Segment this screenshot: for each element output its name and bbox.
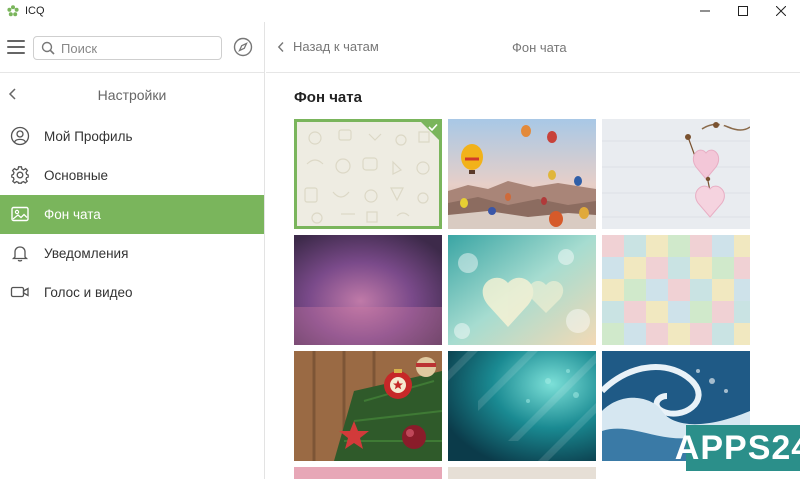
sidebar-item-chat-background[interactable]: Фон чата: [0, 195, 264, 234]
chevron-left-icon: [277, 41, 284, 52]
hamburger-menu-icon[interactable]: [7, 40, 25, 54]
wallpaper-christmas-ornaments[interactable]: [294, 351, 442, 461]
section-title: Фон чата: [294, 89, 362, 106]
wallpaper-hot-air-balloons[interactable]: [448, 119, 596, 229]
wallpaper-pink-hearts[interactable]: [602, 119, 750, 229]
title-bar: ICQ: [0, 0, 800, 22]
sidebar-item-label: Фон чата: [44, 207, 101, 222]
header-title: Фон чата: [512, 40, 567, 55]
checkmark-icon: [421, 122, 439, 140]
video-camera-icon: [10, 282, 30, 302]
back-to-chats-link[interactable]: Назад к чатам: [277, 39, 379, 54]
wallpaper-pastel-watercolor[interactable]: [602, 235, 750, 345]
sidebar-item-label: Уведомления: [44, 246, 129, 261]
close-icon: [776, 6, 786, 16]
minimize-icon: [700, 10, 710, 12]
wallpaper-bokeh-hearts[interactable]: [448, 235, 596, 345]
back-label: Назад к чатам: [293, 39, 379, 54]
chevron-left-icon[interactable]: [8, 87, 18, 101]
settings-title: Настройки: [97, 87, 167, 103]
watermark: APPS24: [675, 425, 800, 471]
settings-header: Настройки: [0, 73, 264, 117]
wallpaper-partial-2[interactable]: [448, 467, 596, 479]
watermark-text: APPS24: [674, 428, 800, 467]
wallpaper-doodle-pattern[interactable]: [294, 119, 442, 229]
main-panel: Назад к чатам Фон чата Фон чата: [266, 22, 800, 479]
sidebar-item-label: Основные: [44, 168, 109, 183]
wallpaper-partial-1[interactable]: [294, 467, 442, 479]
maximize-button[interactable]: [724, 0, 762, 22]
icq-logo-icon: [7, 5, 19, 17]
search-icon: [41, 41, 55, 55]
sidebar-item-label: Голос и видео: [44, 285, 133, 300]
close-button[interactable]: [762, 0, 800, 22]
window-controls: [686, 0, 800, 22]
sidebar-toolbar: [0, 22, 264, 73]
wallpaper-teal-mosaic[interactable]: [448, 351, 596, 461]
sidebar-item-profile[interactable]: Мой Профиль: [0, 117, 264, 156]
sidebar-item-general[interactable]: Основные: [0, 156, 264, 195]
profile-icon: [10, 126, 30, 146]
compass-icon[interactable]: [233, 37, 253, 57]
wallpaper-purple-gradient[interactable]: [294, 235, 442, 345]
sidebar-item-label: Мой Профиль: [44, 129, 133, 144]
sidebar-item-voice-video[interactable]: Голос и видео: [0, 273, 264, 312]
window-title: ICQ: [25, 5, 45, 17]
bell-icon: [10, 243, 30, 263]
maximize-icon: [738, 6, 748, 16]
sidebar-item-notifications[interactable]: Уведомления: [0, 234, 264, 273]
gear-icon: [10, 165, 30, 185]
sidebar: Настройки Мой Профиль Основные: [0, 22, 265, 479]
image-icon: [10, 204, 30, 224]
search-input[interactable]: [61, 40, 211, 56]
search-box[interactable]: [33, 36, 222, 60]
main-header: Назад к чатам Фон чата: [266, 22, 800, 73]
minimize-button[interactable]: [686, 0, 724, 22]
